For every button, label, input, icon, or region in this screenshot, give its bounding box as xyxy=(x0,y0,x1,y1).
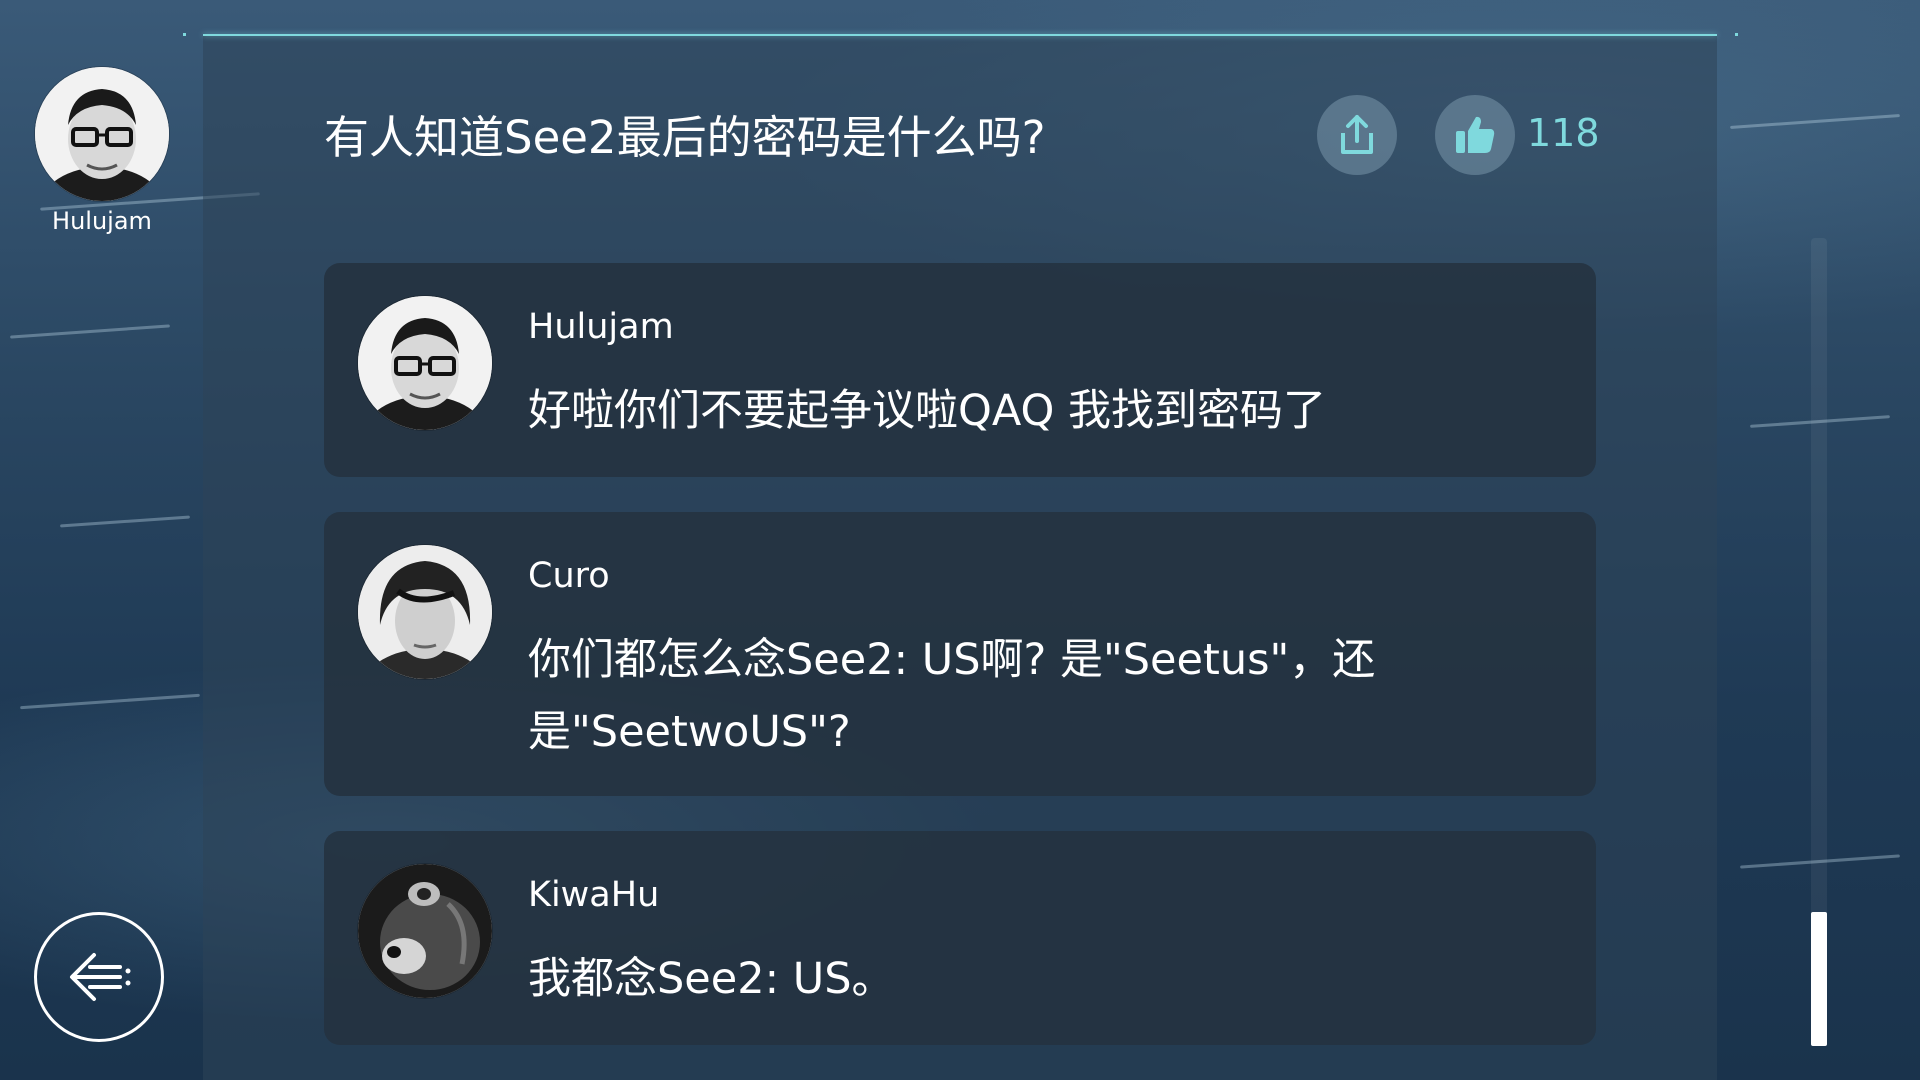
share-button[interactable] xyxy=(1317,95,1397,175)
author-name: Hulujam xyxy=(52,207,152,235)
comment-text: 我都念See2: US。 xyxy=(528,954,895,1004)
thumbs-up-icon xyxy=(1456,116,1495,153)
scrollbar-thumb[interactable] xyxy=(1811,912,1827,1046)
water-ripple xyxy=(20,693,200,710)
like-button[interactable] xyxy=(1435,95,1515,175)
commenter-name: Curo xyxy=(528,556,610,596)
comment-card: Curo 你们都怎么念See2: US啊? 是"Seetus"，还是"Seetw… xyxy=(324,512,1596,796)
water-ripple xyxy=(60,515,190,528)
comment-card: Hulujam 好啦你们不要起争议啦QAQ 我找到密码了 xyxy=(324,263,1596,477)
comment-text: 好啦你们不要起争议啦QAQ 我找到密码了 xyxy=(528,386,1327,436)
back-arrow-icon xyxy=(70,953,131,1001)
post-author[interactable]: Hulujam xyxy=(34,67,170,235)
water-ripple xyxy=(10,324,170,339)
commenter-name: Hulujam xyxy=(528,307,674,347)
panel-dot xyxy=(183,33,186,36)
commenter-avatar[interactable] xyxy=(358,864,492,998)
comment-card: KiwaHu 我都念See2: US。 xyxy=(324,831,1596,1045)
share-icon xyxy=(1341,115,1373,154)
author-avatar[interactable] xyxy=(35,67,169,201)
panel-dot xyxy=(1735,33,1738,36)
commenter-avatar[interactable] xyxy=(358,296,492,430)
commenter-avatar[interactable] xyxy=(358,545,492,679)
like-count: 118 xyxy=(1527,111,1600,155)
game-screen: Hulujam 有人知道See2最后的密码是什么吗? 118 Hulujam 好… xyxy=(0,0,1920,1080)
back-button[interactable] xyxy=(34,912,164,1042)
water-ripple xyxy=(1730,114,1900,129)
post-title: 有人知道See2最后的密码是什么吗? xyxy=(324,111,1046,164)
commenter-name: KiwaHu xyxy=(528,875,660,915)
comment-text: 你们都怎么念See2: US啊? 是"Seetus"，还是"SeetwoUS"? xyxy=(528,635,1376,757)
panel-top-line xyxy=(203,34,1717,36)
